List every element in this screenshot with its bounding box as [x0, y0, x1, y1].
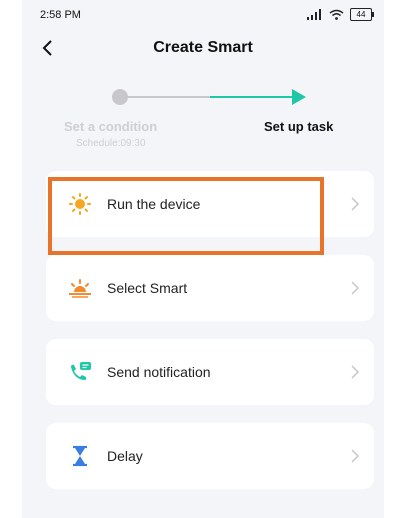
- status-icons: 44: [307, 8, 374, 21]
- signal-icon: [307, 9, 321, 20]
- chevron-right-icon: [351, 365, 359, 379]
- step-condition-detail: Schedule:09:30: [76, 138, 146, 149]
- step-line-active: [210, 96, 292, 98]
- step-dot: [112, 89, 128, 105]
- app-screen: 2:58 PM 44 Create Smart Set a condition …: [22, 0, 384, 518]
- wifi-icon: [329, 9, 344, 20]
- chevron-right-icon: [351, 449, 359, 463]
- task-select-smart[interactable]: Select Smart: [46, 255, 374, 321]
- task-label: Run the device: [107, 196, 201, 212]
- progress-stepper: [22, 86, 384, 116]
- step-set-up-task: Set up task: [264, 119, 334, 134]
- task-label: Select Smart: [107, 280, 188, 296]
- step-arrow-icon: [292, 89, 306, 105]
- phone-message-icon: [71, 362, 91, 380]
- step-set-condition: Set a condition: [64, 119, 158, 134]
- chevron-right-icon: [351, 281, 359, 295]
- status-time: 2:58 PM: [40, 9, 81, 21]
- hourglass-icon: [73, 445, 87, 467]
- task-run-device[interactable]: Run the device: [46, 171, 374, 237]
- task-delay[interactable]: Delay: [46, 423, 374, 489]
- chevron-right-icon: [351, 197, 359, 211]
- task-label: Send notification: [107, 364, 211, 380]
- sun-icon: [69, 193, 91, 215]
- task-send-notification[interactable]: Send notification: [46, 339, 374, 405]
- status-bar: 2:58 PM 44: [22, 3, 384, 27]
- step-line-incomplete: [122, 96, 210, 98]
- battery-icon: 44: [350, 8, 374, 21]
- sunrise-icon: [69, 279, 91, 298]
- page-title: Create Smart: [153, 39, 253, 56]
- task-label: Delay: [107, 448, 143, 464]
